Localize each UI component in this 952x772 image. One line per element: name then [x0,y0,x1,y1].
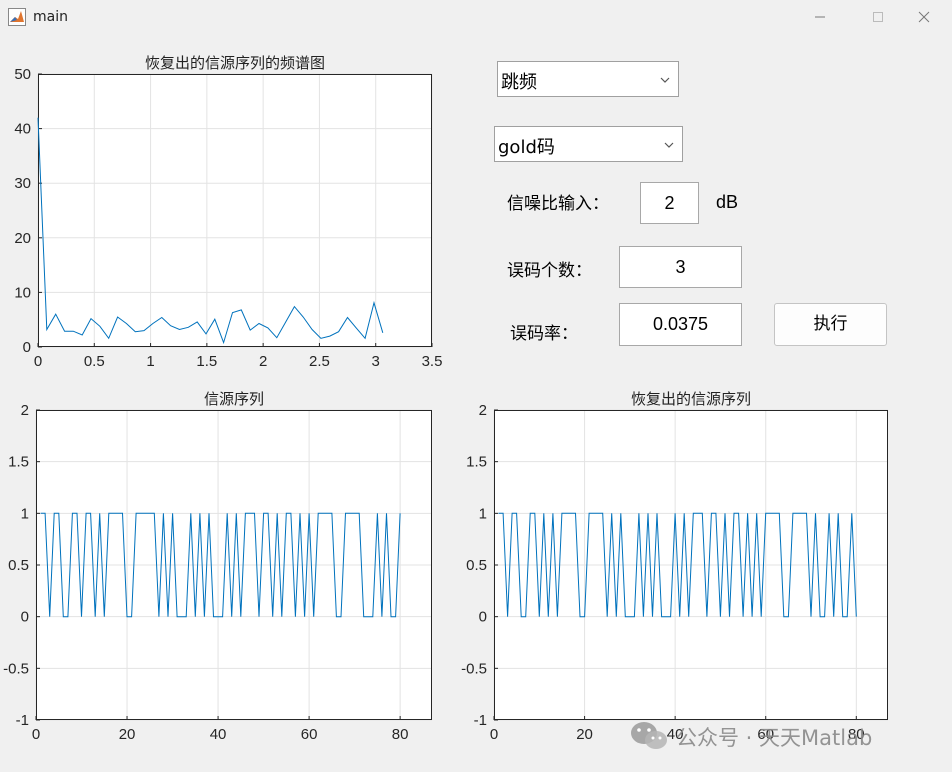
snr-input[interactable]: 2 [640,182,699,224]
source-sequence-chart: 0 20 40 60 80 -1 -0.5 0 0.5 1 1.5 2 信源序列 [3,390,432,743]
chevron-down-icon [664,142,674,148]
x-tick-label: 3 [372,353,380,370]
y-tick-label: 0 [21,609,29,626]
x-tick-label: 40 [210,726,227,743]
mode-select-value: 跳频 [501,72,537,93]
y-tick-label: 0.5 [8,557,29,574]
y-tick-label: 40 [14,121,31,138]
snr-unit: dB [716,192,739,212]
charts-canvas: 0 0.5 1 1.5 2 2.5 3 3.501020304050恢复出的信源序列的频谱图 … [3,54,888,743]
snr-label: 信噪比输入： [507,194,609,214]
chart-title: 信源序列 [204,390,264,408]
x-tick-label: 0 [490,726,498,743]
wechat-icon [631,722,667,749]
title-bar: main [0,0,952,36]
window-title: main [33,9,68,25]
y-tick-label: -1 [474,712,487,729]
y-tick-label: 2 [21,402,29,419]
ber-field: 0.0375 [619,303,742,346]
x-tick-label: 20 [119,726,136,743]
watermark-text: 公众号 · 天天Matlab [676,726,873,750]
x-tick-label: 1 [146,353,154,370]
x-tick-label: 3.5 [422,353,443,370]
x-tick-label: 1.5 [196,353,217,370]
error-count-label: 误码个数： [507,261,592,281]
figure-area: 0 0.5 1 1.5 2 2.5 3 3.5 0 10 20 30 40 50 恢复出的信源序列的频谱图 … [0,36,952,772]
recovered-sequence-chart: 0 20 40 60 80-1-0.500.511.52恢复出的信源序列 [461,390,888,743]
y-tick-label: 1.5 [466,454,487,471]
x-tick-label: 60 [301,726,318,743]
chart-title: 恢复出的信源序列的频谱图 [145,54,325,72]
y-tick-label: 2 [479,402,487,419]
mode-select[interactable]: 跳频 [497,61,679,97]
error-count-field: 3 [619,246,742,288]
minimize-icon[interactable] [810,8,830,26]
chart-title: 恢复出的信源序列 [631,390,751,408]
x-tick-label: 2 [259,353,267,370]
y-tick-label: -0.5 [461,660,487,677]
chevron-down-icon [660,77,670,83]
x-tick-label: 0 [32,726,40,743]
spectrum-chart: 0 0.5 1 1.5 2 2.5 3 3.5 0 10 20 30 40 50 恢复出的信源序列的频谱图 [14,54,442,370]
y-tick-label: 50 [14,66,31,83]
x-tick-label: 0.5 [84,353,105,370]
y-tick-label: 0.5 [466,557,487,574]
x-tick-label: 0 [34,353,42,370]
close-icon[interactable] [914,8,934,26]
matlab-icon [8,8,26,26]
y-tick-label: 30 [14,175,31,192]
y-tick-label: -1 [16,712,29,729]
y-tick-label: 10 [14,284,31,301]
y-tick-label: 1 [479,505,487,522]
code-select[interactable]: gold码 [494,126,683,162]
y-tick-label: -0.5 [3,660,29,677]
x-tick-label: 2.5 [309,353,330,370]
y-tick-label: 0 [23,339,31,356]
code-select-value: gold码 [498,137,555,158]
x-tick-label: 80 [392,726,409,743]
y-tick-label: 0 [479,609,487,626]
x-tick-label: 20 [576,726,593,743]
y-tick-label: 1.5 [8,454,29,471]
maximize-icon[interactable] [868,8,888,26]
run-button[interactable]: 执行 [774,303,887,346]
y-tick-label: 20 [14,230,31,247]
y-tick-label: 1 [21,505,29,522]
ber-label: 误码率： [510,324,578,344]
